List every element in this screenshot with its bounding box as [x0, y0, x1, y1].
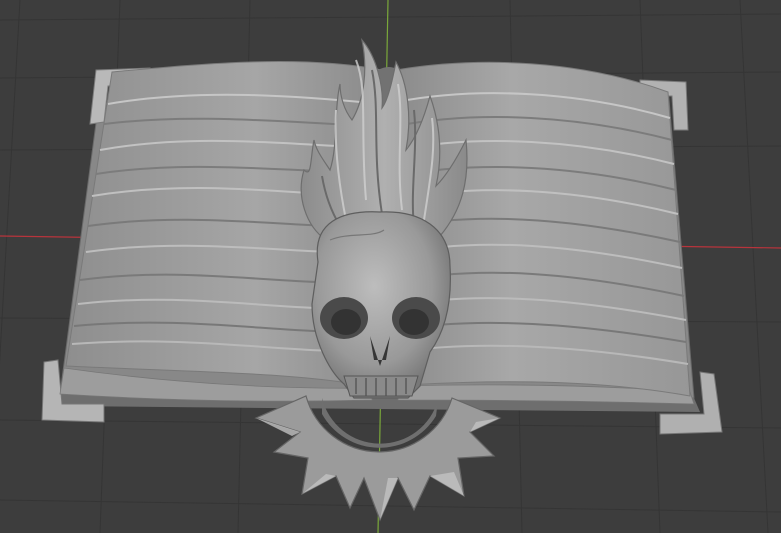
- 3d-viewport[interactable]: [0, 0, 781, 533]
- spiked-sun-icon[interactable]: [254, 395, 502, 522]
- viewport-canvas[interactable]: [0, 0, 781, 533]
